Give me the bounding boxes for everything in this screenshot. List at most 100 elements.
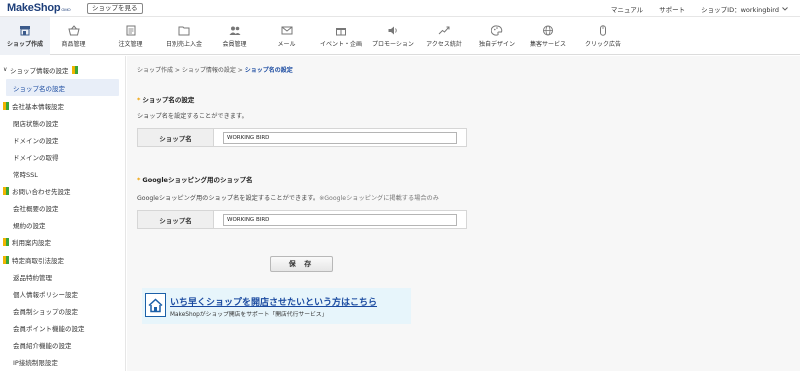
section-description: Googleショッピング用のショップ名を設定することができます。※Googleシ… (137, 193, 439, 202)
sidebar-item-commerce-law[interactable]: 特定商取引法設定 (0, 251, 125, 268)
nav-label: 注文管理 (118, 40, 143, 48)
nav-events[interactable]: イベント・企画 (313, 17, 369, 55)
sidebar-item-label: 会員制ショップの設定 (13, 307, 78, 316)
gift-icon (335, 25, 347, 36)
required-star: * (137, 176, 141, 184)
sidebar-item-domain-acquire[interactable]: ドメインの取得 (0, 148, 125, 165)
sidebar-item-label: 返品特約管理 (13, 273, 52, 282)
sidebar-item-members-only[interactable]: 会員制ショップの設定 (0, 302, 125, 319)
nav-label: 集客サービス (529, 40, 566, 48)
sidebar-item-always-ssl[interactable]: 常時SSL (0, 166, 125, 183)
sidebar-item-member-points[interactable]: 会員ポイント機能の設定 (0, 319, 125, 336)
nav-products[interactable]: 商品管理 (50, 17, 97, 55)
nav-click-ads[interactable]: クリック広告 (578, 17, 628, 55)
nav-label: 会員管理 (222, 40, 247, 48)
sidebar-item-terms[interactable]: 規約の設定 (0, 217, 125, 234)
sidebar-item-label: ドメインの取得 (13, 154, 59, 163)
nav-shop-create[interactable]: ショップ作成 (0, 17, 50, 55)
shop-id-label: ショップID：workingbird (701, 6, 779, 14)
nav-label: ショップ作成 (6, 40, 43, 48)
breadcrumb-item[interactable]: ショップ作成 (137, 67, 173, 74)
nav-access-stats[interactable]: アクセス統計 (419, 17, 469, 55)
breadcrumb: ショップ作成 > ショップ情報の設定 > ショップ名の設定 (137, 65, 293, 74)
nav-promotion[interactable]: プロモーション (368, 17, 418, 55)
nav-orders[interactable]: 注文管理 (108, 17, 153, 55)
beginner-leaf-icon (3, 187, 10, 196)
description-text: Googleショッピング用のショップ名を設定することができます。 (137, 195, 320, 202)
order-list-icon (125, 25, 137, 36)
description-note: ※Googleショッピングに掲載する場合のみ (319, 195, 439, 202)
beginner-leaf-icon (3, 101, 10, 110)
sidebar-item-label: 規約の設定 (13, 222, 46, 231)
section-title-google-shop-name: * Googleショッピング用のショップ名 (137, 174, 252, 184)
nav-mail[interactable]: メール (263, 17, 310, 55)
support-link[interactable]: サポート (659, 4, 685, 14)
nav-label: プロモーション (372, 40, 414, 48)
sidebar-item-contact-settings[interactable]: お問い合わせ先設定 (0, 183, 125, 200)
nav-custom-design[interactable]: 独自デザイン (472, 17, 522, 55)
breadcrumb-item[interactable]: ショップ情報の設定 (182, 67, 236, 74)
nav-label: イベント・企画 (319, 40, 362, 48)
sidebar-item-company-overview[interactable]: 会社概要の設定 (0, 200, 125, 217)
sidebar-item-domain-settings[interactable]: ドメインの設定 (0, 131, 125, 148)
chevron-down-icon: ∨ (3, 66, 8, 74)
main-nav-bar: ショップ作成 商品管理 注文管理 日別売上入金 会員管理 メール イベント・企画… (0, 17, 800, 55)
sidebar-item-label: IP接続制限設定 (13, 359, 58, 368)
folder-icon (178, 25, 190, 36)
banner-subtitle: MakeShopがショップ開店をサポート「開店代行サービス」 (170, 312, 328, 318)
breadcrumb-separator: > (235, 67, 245, 74)
section-title-text: ショップ名の設定 (142, 96, 195, 104)
save-button[interactable]: 保 存 (270, 256, 333, 272)
main-content: ショップ作成 > ショップ情報の設定 > ショップ名の設定 * ショップ名の設定 … (127, 56, 800, 371)
sidebar-item-member-referral[interactable]: 会員紹介機能の設定 (0, 337, 125, 354)
view-shop-button[interactable]: ショップを見る (87, 3, 143, 14)
google-shop-name-input[interactable] (223, 213, 457, 226)
nav-members[interactable]: 会員管理 (211, 17, 258, 55)
palette-icon (491, 24, 503, 36)
sidebar-item-closed-status[interactable]: 閉店状態の設定 (0, 114, 125, 131)
sidebar-item-label: 会員紹介機能の設定 (13, 342, 72, 351)
google-shop-name-form-row: ショップ名 (137, 210, 467, 229)
sidebar-item-label: 個人情報ポリシー設定 (13, 290, 78, 299)
top-bar: MakeShopGMO ショップを見る マニュアル サポート ショップID：wo… (0, 0, 800, 17)
sidebar-item-returns[interactable]: 返品特約管理 (0, 268, 125, 285)
shop-name-input[interactable] (223, 131, 457, 144)
field-label: ショップ名 (138, 211, 214, 228)
nav-label: 日別売上入金 (165, 40, 202, 48)
breadcrumb-separator: > (173, 67, 182, 74)
makeshop-logo[interactable]: MakeShopGMO (7, 2, 71, 14)
basket-icon (67, 24, 80, 36)
nav-label: メール (277, 40, 296, 48)
banner-title-link[interactable]: いち早くショップを開店させたいという方はこちら (170, 295, 377, 308)
beginner-leaf-icon (3, 238, 10, 247)
manual-link[interactable]: マニュアル (611, 4, 643, 14)
shop-id-menu[interactable]: ショップID：workingbird (701, 4, 788, 14)
logo-text: MakeShop (7, 2, 61, 14)
sidebar-item-privacy-policy[interactable]: 個人情報ポリシー設定 (0, 285, 125, 302)
trend-icon (438, 25, 450, 36)
nav-label: 商品管理 (61, 40, 86, 48)
speaker-icon (387, 25, 399, 36)
sidebar-item-label: 会社基本情報設定 (12, 102, 64, 111)
sidebar-item-shop-name[interactable]: ショップ名の設定 (6, 79, 119, 97)
opening-agency-banner[interactable]: いち早くショップを開店させたいという方はこちら MakeShopがショップ開店を… (142, 288, 411, 324)
breadcrumb-current: ショップ名の設定 (244, 67, 293, 74)
house-icon (145, 293, 166, 317)
sidebar-section-shop-info[interactable]: ∨ ショップ情報の設定 (0, 61, 125, 78)
nav-marketing-services[interactable]: 集客サービス (522, 17, 574, 55)
sidebar-item-label: ドメインの設定 (13, 136, 59, 145)
sidebar-item-ip-restriction[interactable]: IP接続制限設定 (0, 354, 125, 371)
sidebar-item-label: お問い合わせ先設定 (12, 188, 71, 197)
sidebar-item-label: 特定商取引法設定 (12, 256, 64, 265)
section-description: ショップ名を設定することができます。 (137, 113, 248, 120)
nav-label: クリック広告 (584, 40, 621, 48)
chevron-down-icon (782, 7, 788, 11)
sidebar-item-company-info[interactable]: 会社基本情報設定 (0, 97, 125, 114)
sidebar-item-label: 会員ポイント機能の設定 (13, 324, 85, 333)
globe-icon (542, 25, 554, 36)
sidebar-item-usage-guide[interactable]: 利用案内設定 (0, 234, 125, 251)
shop-name-form-row: ショップ名 (137, 128, 467, 147)
beginner-leaf-icon (71, 65, 79, 74)
members-icon (229, 25, 241, 36)
nav-daily-sales[interactable]: 日別売上入金 (160, 17, 208, 55)
